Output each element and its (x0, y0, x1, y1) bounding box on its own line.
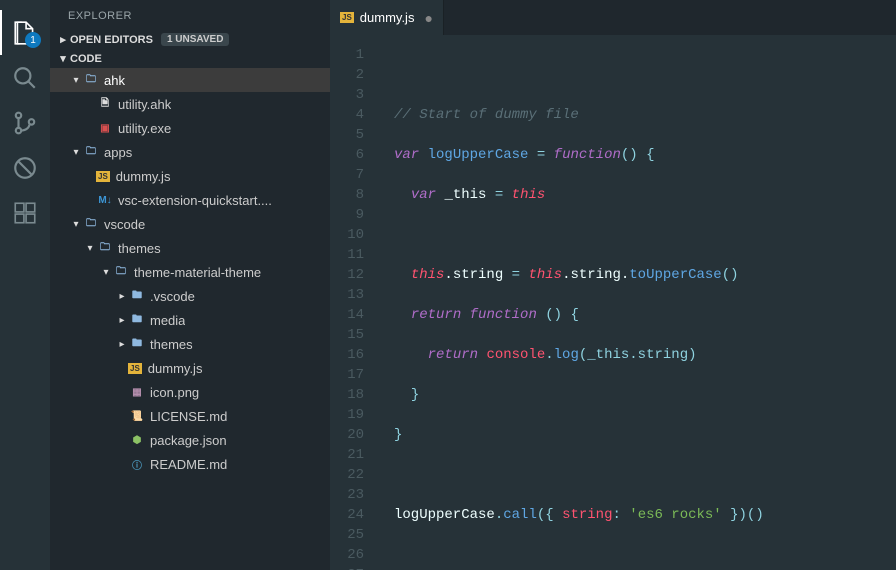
image-icon: ▦ (128, 387, 146, 398)
folder-ahk[interactable]: ▾ 🗀 ahk (50, 68, 330, 92)
file-dummy-js[interactable]: JS dummy.js (50, 164, 330, 188)
file-quickstart-md[interactable]: M↓ vsc-extension-quickstart.... (50, 188, 330, 212)
folder-open-icon: 🗀 (112, 264, 130, 281)
folder-apps[interactable]: ▾ 🗀 apps (50, 140, 330, 164)
folder-theme-material[interactable]: ▾ 🗀 theme-material-theme (50, 260, 330, 284)
folder-open-icon: 🗀 (82, 72, 100, 89)
tab-dummy-js[interactable]: JS dummy.js ● (330, 0, 444, 35)
file-utility-exe[interactable]: ▣ utility.exe (50, 116, 330, 140)
line-number: 2 (330, 65, 364, 85)
license-icon: 📜 (128, 411, 146, 422)
line-number: 5 (330, 125, 364, 145)
folder-media[interactable]: ▸ 🖿 media (50, 308, 330, 332)
line-number: 3 (330, 85, 364, 105)
folder-themes-sub[interactable]: ▸ 🖿 themes (50, 332, 330, 356)
line-number: 4 (330, 105, 364, 125)
debug-icon[interactable] (0, 145, 50, 190)
file-icon-png[interactable]: ▦ icon.png (50, 380, 330, 404)
chevron-right-icon: ▸ (56, 33, 70, 46)
open-editors-label: OPEN EDITORS (70, 34, 153, 46)
line-number: 10 (330, 225, 364, 245)
file-tree: ▾ 🗀 ahk 🗎 utility.ahk ▣ utility.exe ▾ 🗀 … (50, 68, 330, 570)
chevron-right-icon: ▸ (116, 291, 128, 302)
extensions-icon[interactable] (0, 190, 50, 235)
line-number: 1 (330, 45, 364, 65)
line-number: 12 (330, 265, 364, 285)
tab-bar: JS dummy.js ● (330, 0, 896, 35)
sidebar-title: EXPLORER (50, 0, 330, 30)
chevron-right-icon: ▸ (116, 339, 128, 350)
line-number: 25 (330, 525, 364, 545)
line-number: 16 (330, 345, 364, 365)
folder-themes[interactable]: ▾ 🗀 themes (50, 236, 330, 260)
chevron-down-icon: ▾ (70, 147, 82, 158)
json-icon: ⬢ (128, 435, 146, 446)
file-utility-ahk[interactable]: 🗎 utility.ahk (50, 92, 330, 116)
folder-open-icon: 🗀 (82, 216, 100, 233)
chevron-down-icon: ▾ (100, 267, 112, 278)
folder-dot-vscode[interactable]: ▸ 🖿 .vscode (50, 284, 330, 308)
line-number: 11 (330, 245, 364, 265)
explorer-icon[interactable]: 1 (0, 10, 50, 55)
folder-icon: 🖿 (128, 336, 146, 353)
line-number: 23 (330, 485, 364, 505)
chevron-down-icon: ▾ (70, 219, 82, 230)
line-number: 13 (330, 285, 364, 305)
line-number: 14 (330, 305, 364, 325)
js-icon: JS (128, 363, 142, 374)
line-number: 9 (330, 205, 364, 225)
markdown-icon: M↓ (96, 195, 114, 206)
sidebar: EXPLORER ▸ OPEN EDITORS 1 UNSAVED ▾ CODE… (50, 0, 330, 570)
activity-bar: 1 (0, 0, 50, 570)
line-number: 7 (330, 165, 364, 185)
folder-icon: 🖿 (128, 288, 146, 305)
exe-icon: ▣ (96, 123, 114, 134)
dirty-indicator-icon: ● (424, 10, 432, 26)
folder-icon: 🖿 (128, 312, 146, 329)
line-number: 26 (330, 545, 364, 565)
line-number: 27 (330, 565, 364, 570)
line-number: 15 (330, 325, 364, 345)
chevron-down-icon: ▾ (84, 243, 96, 254)
line-gutter: 1234567891011121314151617181920212223242… (330, 35, 378, 570)
line-number: 22 (330, 465, 364, 485)
search-icon[interactable] (0, 55, 50, 100)
file-license-md[interactable]: 📜 LICENSE.md (50, 404, 330, 428)
tab-filename: dummy.js (360, 10, 415, 25)
line-number: 18 (330, 385, 364, 405)
explorer-badge: 1 (25, 32, 41, 48)
unsaved-badge: 1 UNSAVED (161, 33, 230, 46)
js-icon: JS (340, 12, 354, 23)
js-icon: JS (96, 171, 110, 182)
line-number: 19 (330, 405, 364, 425)
chevron-right-icon: ▸ (116, 315, 128, 326)
folder-open-icon: 🗀 (96, 240, 114, 257)
file-icon: 🗎 (96, 96, 114, 113)
code-content[interactable]: // Start of dummy file var logUpperCase … (378, 35, 896, 570)
line-number: 24 (330, 505, 364, 525)
editor-body[interactable]: 1234567891011121314151617181920212223242… (330, 35, 896, 570)
chevron-down-icon: ▾ (56, 52, 70, 65)
workspace-header[interactable]: ▾ CODE (50, 49, 330, 68)
file-dummy-js-2[interactable]: JS dummy.js (50, 356, 330, 380)
line-number: 21 (330, 445, 364, 465)
line-number: 6 (330, 145, 364, 165)
line-number: 20 (330, 425, 364, 445)
folder-open-icon: 🗀 (82, 144, 100, 161)
workspace-root-label: CODE (70, 53, 102, 65)
open-editors-header[interactable]: ▸ OPEN EDITORS 1 UNSAVED (50, 30, 330, 49)
chevron-down-icon: ▾ (70, 75, 82, 86)
line-number: 8 (330, 185, 364, 205)
file-readme-md[interactable]: ⓘ README.md (50, 452, 330, 476)
editor-area: JS dummy.js ● 12345678910111213141516171… (330, 0, 896, 570)
readme-icon: ⓘ (128, 457, 146, 472)
source-control-icon[interactable] (0, 100, 50, 145)
line-number: 17 (330, 365, 364, 385)
file-package-json[interactable]: ⬢ package.json (50, 428, 330, 452)
folder-vscode[interactable]: ▾ 🗀 vscode (50, 212, 330, 236)
